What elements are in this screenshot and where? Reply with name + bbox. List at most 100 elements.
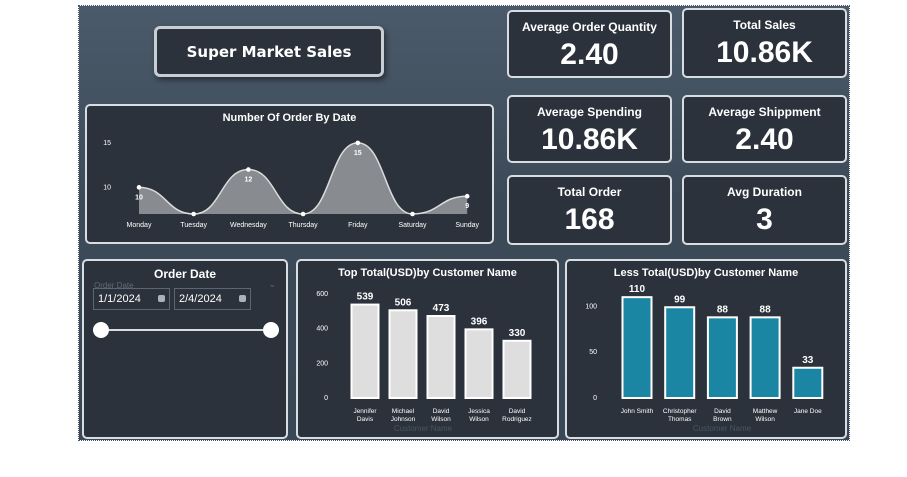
- y-tick-label: 600: [316, 291, 328, 298]
- less-customers-chart: 0 50 100 110 John Smith 99 ChristopherThomas 88…: [585, 284, 824, 433]
- top-customers-chart: 0 200 400 600 539 JenniferDavis 506 MichaelJohn…: [316, 291, 532, 433]
- less-customers-panel[interactable]: Less Total(USD)by Customer Name 0 50 100 11…: [565, 259, 847, 439]
- start-date-value: 1/1/2024: [98, 293, 141, 305]
- data-point: [410, 211, 415, 217]
- data-point: [355, 140, 361, 146]
- kpi-value: 2.40: [560, 38, 619, 71]
- data-label: 396: [471, 316, 488, 327]
- x-tick-label: Jessica: [468, 408, 490, 415]
- chevron-down-icon[interactable]: ⌄: [268, 279, 276, 290]
- bar: [426, 315, 456, 399]
- data-label: 12: [245, 177, 253, 184]
- x-tick-label: Tuesday: [180, 222, 207, 229]
- x-tick-label: John Smith: [621, 408, 654, 415]
- kpi-card-avg-shipment[interactable]: Average Shippment 2.40: [682, 95, 847, 163]
- calendar-icon[interactable]: [239, 295, 246, 302]
- kpi-value: 3: [756, 203, 773, 236]
- data-label: 10: [135, 194, 143, 201]
- kpi-label: Total Order: [557, 185, 622, 199]
- kpi-value: 168: [564, 203, 615, 236]
- y-tick-label: 0: [324, 395, 328, 402]
- y-tick-label: 50: [589, 349, 597, 356]
- data-label: 88: [717, 304, 729, 315]
- y-tick-label: 10: [103, 184, 111, 191]
- kpi-value: 10.86K: [541, 123, 638, 156]
- data-label: 330: [509, 328, 526, 339]
- data-label: 506: [395, 297, 412, 308]
- x-tick-label: Christopher: [663, 408, 697, 415]
- dashboard-title-text: Super Market Sales: [186, 42, 352, 61]
- x-tick-label: Wednesday: [230, 222, 267, 229]
- x-tick-label: Wilson: [431, 416, 451, 423]
- x-tick-label: Wilson: [755, 416, 775, 423]
- kpi-card-total-order[interactable]: Total Order 168: [507, 175, 672, 245]
- data-label: 99: [674, 294, 686, 305]
- end-date-value: 2/4/2024: [179, 293, 222, 305]
- data-point: [464, 193, 470, 199]
- kpi-value: 10.86K: [716, 36, 813, 69]
- x-tick-label: Jane Doe: [794, 408, 822, 415]
- y-tick-label: 15: [103, 140, 111, 147]
- bar: [706, 316, 738, 399]
- data-label: 15: [354, 150, 362, 157]
- x-tick-label: Monday: [127, 222, 152, 229]
- x-tick-label: Jennifer: [353, 408, 377, 415]
- x-tick-label: David: [509, 408, 526, 415]
- bar: [502, 339, 532, 400]
- range-end-handle[interactable]: [263, 322, 279, 338]
- kpi-value: 2.40: [735, 123, 794, 156]
- orders-by-date-panel[interactable]: Number Of Order By Date 10 Monday Tuesday 1…: [85, 104, 494, 244]
- range-start-handle[interactable]: [93, 322, 109, 338]
- bar: [388, 309, 418, 399]
- data-point: [191, 211, 196, 217]
- calendar-icon[interactable]: [158, 295, 165, 302]
- x-axis-title: Customer Name: [693, 424, 752, 433]
- x-tick-label: Rodriguez: [502, 416, 532, 423]
- end-date-input[interactable]: 2/4/2024: [174, 288, 251, 310]
- kpi-label: Average Shippment: [708, 105, 821, 119]
- kpi-card-avg-duration[interactable]: Avg Duration 3: [682, 175, 847, 245]
- bar: [621, 296, 653, 400]
- kpi-card-avg-spending[interactable]: Average Spending 10.86K: [507, 95, 672, 163]
- x-tick-label: Davis: [357, 416, 374, 423]
- bar: [464, 328, 494, 399]
- y-tick-label: 100: [585, 303, 597, 310]
- x-tick-label: Thursday: [289, 222, 319, 229]
- kpi-label: Average Spending: [537, 105, 642, 119]
- data-point: [246, 167, 251, 172]
- x-tick-label: Matthew: [753, 408, 778, 415]
- x-tick-label: Brown: [713, 416, 732, 423]
- data-label: 539: [357, 292, 374, 303]
- data-label: 110: [629, 284, 646, 295]
- x-tick-label: David: [714, 408, 731, 415]
- kpi-label: Total Sales: [733, 18, 796, 32]
- slicer-title: Order Date: [153, 267, 217, 281]
- data-label: 88: [760, 304, 772, 315]
- data-label: 33: [802, 355, 814, 366]
- x-axis-title: Customer Name: [394, 424, 453, 433]
- data-point: [300, 211, 306, 217]
- bar: [664, 306, 696, 399]
- area-line: [138, 142, 468, 215]
- y-tick-label: 400: [316, 326, 328, 333]
- kpi-label: Average Order Quantity: [522, 20, 657, 34]
- kpi-card-avg-order-qty[interactable]: Average Order Quantity 2.40: [507, 10, 672, 78]
- top-customers-panel[interactable]: Top Total(USD)by Customer Name 0 200 400 60…: [296, 259, 559, 439]
- order-date-slicer[interactable]: Order Date Order Date ⌄: [82, 259, 288, 439]
- data-point: [136, 185, 142, 190]
- y-tick-label: 200: [316, 360, 328, 367]
- kpi-label: Avg Duration: [727, 185, 802, 199]
- x-tick-label: David: [433, 408, 450, 415]
- bar: [350, 303, 380, 399]
- orders-by-date-chart: 10 Monday Tuesday 12 Wednesday Thursday 15 Frid…: [103, 140, 479, 229]
- bar: [792, 366, 824, 399]
- y-tick-label: 0: [593, 395, 597, 402]
- bar: [749, 316, 781, 399]
- x-tick-label: Johnson: [391, 416, 416, 423]
- data-label: 9: [465, 203, 469, 210]
- kpi-card-total-sales[interactable]: Total Sales 10.86K: [682, 8, 847, 78]
- start-date-input[interactable]: 1/1/2024: [93, 288, 170, 310]
- x-tick-label: Saturday: [398, 222, 427, 229]
- x-tick-label: Wilson: [469, 416, 489, 423]
- date-range-track[interactable]: [101, 329, 271, 331]
